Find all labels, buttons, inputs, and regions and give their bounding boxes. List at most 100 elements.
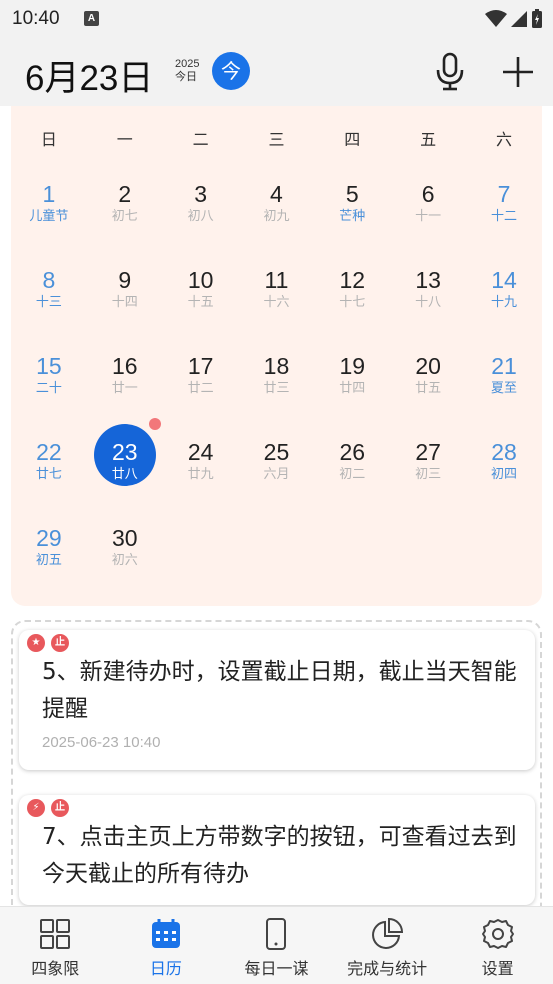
day-number: 3 — [194, 181, 207, 207]
day-lunar: 初六 — [111, 553, 138, 568]
calendar-day[interactable]: 2 初七 — [87, 180, 163, 266]
nav-item-daily[interactable]: 每日一谋 — [221, 907, 332, 984]
calendar-day[interactable]: 26 初二 — [314, 438, 390, 524]
calendar-day[interactable]: 7 十二 — [466, 180, 542, 266]
microphone-icon[interactable] — [433, 51, 467, 91]
day-lunar: 芒种 — [339, 209, 366, 224]
nav-label: 四象限 — [31, 959, 80, 978]
nav-item-quadrant[interactable]: 四象限 — [0, 907, 111, 984]
star-tag-icon: ★ — [27, 634, 45, 652]
status-bar: 10:40 A — [0, 0, 553, 38]
day-lunar: 十三 — [35, 295, 62, 310]
calendar-day-selected[interactable]: 23 廿八 — [87, 418, 163, 524]
weekday-label: 三 — [268, 130, 285, 149]
wifi-icon — [485, 10, 507, 27]
stop-tag-icon: 止 — [51, 634, 69, 652]
phone-icon — [266, 918, 287, 950]
day-number: 25 — [263, 439, 290, 465]
calendar-day[interactable]: 15 二十 — [11, 352, 87, 438]
day-lunar: 廿五 — [415, 381, 442, 396]
day-lunar: 儿童节 — [29, 209, 69, 224]
weekday-label: 日 — [40, 130, 57, 149]
calendar-day[interactable]: 1 儿童节 — [11, 180, 87, 266]
calendar-day[interactable]: 30 初六 — [87, 524, 163, 610]
today-button[interactable]: 今 — [212, 52, 250, 90]
day-lunar: 夏至 — [490, 381, 517, 396]
day-number: 1 — [42, 181, 56, 207]
plus-icon[interactable] — [500, 54, 536, 90]
today-label: 今日 — [175, 71, 197, 83]
calendar-day[interactable]: 22 廿七 — [11, 438, 87, 524]
gear-icon — [481, 919, 514, 949]
year-label: 2025 — [175, 58, 200, 70]
task-title: 5、新建待办时，设置截止日期，截止当天智能提醒 — [42, 659, 517, 722]
calendar-day[interactable]: 25 六月 — [239, 438, 315, 524]
calendar-day[interactable]: 9 十四 — [87, 266, 163, 352]
task-title: 7、点击主页上方带数字的按钮，可查看过去到今天截止的所有待办 — [42, 824, 517, 887]
calendar-week: 22 廿七 23 廿八 24 廿九 25 六月 26 初二 27 初三 28 初四 — [11, 418, 542, 524]
day-lunar: 廿二 — [187, 381, 214, 396]
calendar-day[interactable]: 20 廿五 — [390, 352, 466, 438]
calendar-week: 8 十三 9 十四 10 十五 11 十六 12 十七 13 十八 14 十九 — [11, 266, 542, 352]
calendar-day[interactable]: 21 夏至 — [466, 352, 542, 438]
day-lunar: 初九 — [263, 209, 290, 224]
status-icons — [485, 8, 543, 30]
calendar-day[interactable]: 10 十五 — [163, 266, 239, 352]
day-lunar: 廿九 — [187, 467, 214, 482]
nav-item-stats[interactable]: 完成与统计 — [332, 907, 443, 984]
day-number: 28 — [491, 439, 517, 465]
day-lunar: 初四 — [490, 467, 517, 482]
day-number: 26 — [339, 439, 366, 465]
calendar-day[interactable]: 13 十八 — [390, 266, 466, 352]
day-lunar: 二十 — [35, 381, 62, 396]
task-marker-dot — [148, 418, 161, 430]
a-square-icon: A — [84, 11, 99, 26]
calendar-day[interactable]: 5 芒种 — [314, 180, 390, 266]
calendar-day[interactable]: 18 廿三 — [239, 352, 315, 438]
task-card[interactable]: ⚡ 止 7、点击主页上方带数字的按钮，可查看过去到今天截止的所有待办 — [19, 795, 535, 905]
calendar-day[interactable]: 11 十六 — [239, 266, 315, 352]
battery-icon — [532, 9, 542, 28]
date-title[interactable]: 6月23日 — [25, 50, 153, 101]
day-number: 19 — [339, 353, 366, 379]
calendar-week: 15 二十 16 廿一 17 廿二 18 廿三 19 廿四 20 廿五 21 夏至 — [11, 352, 542, 438]
day-lunar: 廿八 — [111, 467, 138, 482]
day-number: 20 — [415, 353, 441, 379]
nav-item-calendar[interactable]: 日历 — [111, 907, 222, 984]
day-number: 24 — [187, 439, 214, 465]
calendar-day[interactable]: 19 廿四 — [314, 352, 390, 438]
calendar-week: 1 儿童节 2 初七 3 初八 4 初九 5 芒种 6 十一 7 十二 — [11, 180, 542, 266]
day-number: 14 — [491, 267, 517, 293]
task-card[interactable]: ★ 止 5、新建待办时，设置截止日期，截止当天智能提醒 2025-06-23 1… — [19, 630, 535, 770]
calendar-day[interactable]: 29 初五 — [11, 524, 87, 610]
day-number: 13 — [415, 267, 441, 293]
day-number: 27 — [415, 439, 441, 465]
day-number: 29 — [36, 525, 62, 551]
calendar-day[interactable]: 17 廿二 — [163, 352, 239, 438]
calendar-day[interactable]: 8 十三 — [11, 266, 87, 352]
day-lunar: 廿四 — [339, 381, 366, 396]
calendar-day[interactable]: 27 初三 — [390, 438, 466, 524]
day-lunar: 初七 — [111, 209, 138, 224]
calendar-day[interactable]: 6 十一 — [390, 180, 466, 266]
nav-item-settings[interactable]: 设置 — [442, 907, 553, 984]
calendar-icon — [151, 919, 180, 948]
day-lunar: 十四 — [111, 295, 138, 310]
calendar-day[interactable]: 3 初八 — [163, 180, 239, 266]
day-number: 22 — [36, 439, 62, 465]
calendar-day[interactable]: 4 初九 — [239, 180, 315, 266]
calendar-week: 29 初五 30 初六 — [11, 524, 542, 610]
app-header: 6月23日 2025 今日 今 — [0, 38, 553, 106]
weekday-label: 五 — [420, 130, 437, 149]
pie-chart-icon — [372, 917, 404, 949]
calendar-day[interactable]: 14 十九 — [466, 266, 542, 352]
day-lunar: 初五 — [35, 553, 62, 568]
calendar-day[interactable]: 24 廿九 — [163, 438, 239, 524]
day-lunar: 初二 — [339, 467, 366, 482]
calendar-day[interactable]: 28 初四 — [466, 438, 542, 524]
calendar-day[interactable]: 12 十七 — [314, 266, 390, 352]
nav-label: 每日一谋 — [244, 959, 309, 978]
day-lunar: 十七 — [339, 295, 366, 310]
calendar-grid: 1 儿童节 2 初七 3 初八 4 初九 5 芒种 6 十一 7 十二 8 十三 9 十四 10 十… — [11, 180, 542, 610]
day-number: 2 — [118, 181, 132, 207]
